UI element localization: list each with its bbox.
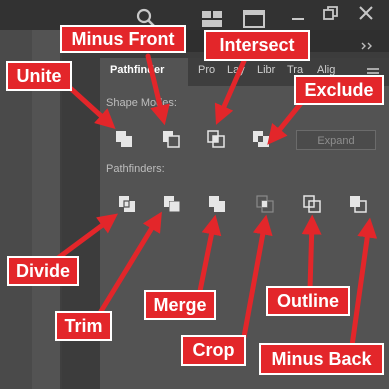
minus-back-icon[interactable] bbox=[347, 193, 369, 215]
tab-libraries[interactable]: Libr bbox=[257, 64, 275, 76]
callout-intersect: Intersect bbox=[204, 30, 310, 61]
callout-unite: Unite bbox=[6, 61, 72, 91]
divide-icon[interactable] bbox=[116, 193, 138, 215]
callout-trim: Trim bbox=[55, 311, 112, 341]
callout-outline: Outline bbox=[266, 286, 350, 316]
trim-icon[interactable] bbox=[161, 193, 183, 215]
callout-minus-back: Minus Back bbox=[259, 343, 384, 375]
callout-crop: Crop bbox=[181, 335, 246, 366]
callout-minus-front: Minus Front bbox=[60, 25, 186, 53]
intersect-icon[interactable] bbox=[205, 128, 227, 150]
crop-icon[interactable] bbox=[254, 193, 276, 215]
tab-layers[interactable]: Lay bbox=[227, 64, 245, 76]
callout-merge: Merge bbox=[144, 290, 216, 320]
close-icon[interactable] bbox=[358, 5, 374, 26]
unite-icon[interactable] bbox=[113, 128, 135, 150]
pathfinders-label: Pathfinders: bbox=[106, 163, 165, 175]
expand-button[interactable]: Expand bbox=[296, 130, 376, 150]
exclude-icon[interactable] bbox=[250, 128, 272, 150]
callout-divide: Divide bbox=[7, 256, 79, 286]
tab-properties[interactable]: Pro bbox=[198, 64, 215, 76]
tab-pathfinder[interactable]: Pathfinder bbox=[110, 64, 164, 76]
minus-front-icon[interactable] bbox=[160, 128, 182, 150]
panel-collapse-icon[interactable] bbox=[360, 38, 374, 56]
shape-modes-label: Shape Modes: bbox=[106, 97, 177, 109]
merge-icon[interactable] bbox=[206, 193, 228, 215]
outline-icon[interactable] bbox=[301, 193, 323, 215]
minimize-icon[interactable] bbox=[290, 8, 306, 27]
callout-exclude: Exclude bbox=[294, 75, 384, 105]
restore-icon[interactable] bbox=[323, 5, 339, 26]
